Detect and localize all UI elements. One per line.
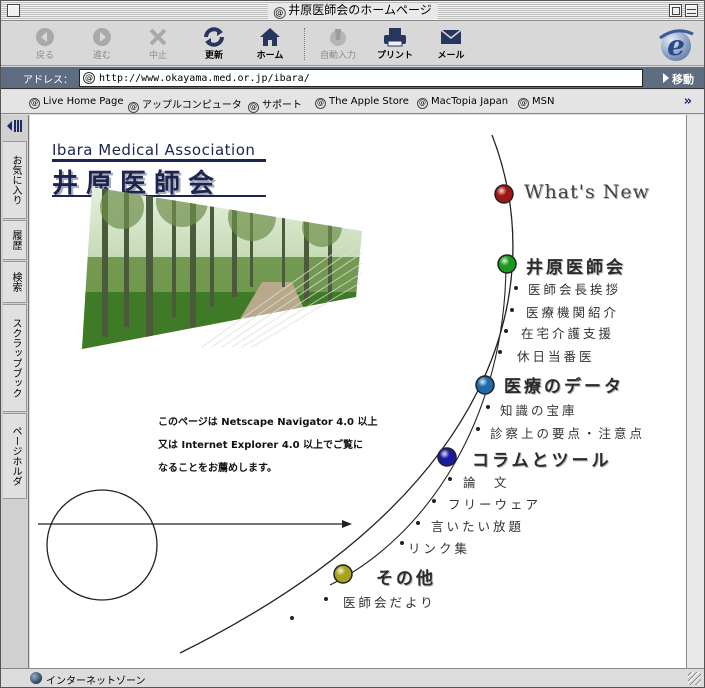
vertical-scrollbar[interactable] <box>686 115 704 668</box>
stop-x-icon <box>132 26 184 50</box>
refresh-button-label: 更新 <box>204 51 223 61</box>
back-arrow-icon <box>19 26 71 50</box>
stop-button-label: 中止 <box>148 51 167 61</box>
forward-arrow-icon <box>76 26 128 50</box>
page-content: Ibara Medical Association 井原医師会 このページは N… <box>30 115 686 668</box>
nav-columns-and-tools[interactable]: コラムとツール <box>472 446 612 471</box>
address-label: アドレス： <box>23 75 73 86</box>
go-button-label: 移動 <box>672 73 694 86</box>
browser-window: @ 井原医師会のホームページ 戻る 進む 中止 更新 ホーム 自動入力 プリント… <box>0 0 705 688</box>
favorite-apple-computer[interactable]: @ アップルコンピュータ <box>128 96 242 113</box>
back-button[interactable]: 戻る <box>19 24 71 64</box>
toolbar: 戻る 進む 中止 更新 ホーム 自動入力 プリント メール e <box>1 22 704 66</box>
stop-button[interactable]: 中止 <box>132 24 184 64</box>
medical-data-orb-icon[interactable] <box>475 375 495 395</box>
favorite-label: Live Home Page <box>43 96 124 107</box>
address-input[interactable] <box>99 71 639 85</box>
nav-opinions[interactable]: 言いたい放題 <box>431 516 524 535</box>
tab-favorites[interactable]: お気に入り <box>3 141 27 219</box>
printer-icon <box>369 26 421 50</box>
nav-papers[interactable]: 論 文 <box>463 472 510 491</box>
explorer-toggle-icon[interactable] <box>6 119 24 133</box>
favorite-apple-store[interactable]: @ The Apple Store <box>315 96 409 109</box>
columns-orb-icon[interactable] <box>437 447 457 467</box>
nav-holiday-doctors[interactable]: 休日当番医 <box>517 346 595 365</box>
favorite-page-icon: @ <box>29 98 40 109</box>
forward-button[interactable]: 進む <box>76 24 128 64</box>
favorite-page-icon: @ <box>518 98 529 109</box>
collapse-box-button[interactable] <box>685 4 698 17</box>
nav-whats-new[interactable]: What's New <box>524 181 650 203</box>
favorite-mactopia-japan[interactable]: @ MacTopia Japan <box>417 96 508 109</box>
autofill-button-label: 自動入力 <box>319 51 356 61</box>
favorite-page-icon: @ <box>248 102 259 113</box>
nav-president-greeting[interactable]: 医師会長挨拶 <box>528 279 621 298</box>
window-title: @ 井原医師会のホームページ <box>267 3 438 19</box>
refresh-button[interactable]: 更新 <box>188 24 240 64</box>
tab-history[interactable]: 履歴 <box>3 220 27 260</box>
refresh-icon <box>188 26 240 50</box>
other-orb-icon[interactable] <box>333 564 353 584</box>
whats-new-orb-icon[interactable] <box>494 184 514 204</box>
favorite-page-icon: @ <box>128 102 139 113</box>
explorer-bar: お気に入り 履歴 検索 スクラップブック ページホルダ <box>1 115 29 668</box>
autofill-icon <box>312 26 364 50</box>
nav-newsletter[interactable]: 医師会だより <box>343 592 436 611</box>
nav-medical-data[interactable]: 医療のデータ <box>504 372 624 397</box>
go-button[interactable]: 移動 <box>663 71 694 87</box>
status-zone-text: インターネットゾーン <box>46 676 146 687</box>
favorite-label: The Apple Store <box>329 96 409 107</box>
mail-icon <box>425 26 477 50</box>
go-arrow-icon <box>663 73 669 83</box>
forward-button-label: 進む <box>92 51 111 61</box>
mail-button-label: メール <box>437 51 465 61</box>
favorite-label: MacTopia Japan <box>431 96 509 107</box>
address-bar: アドレス： @ 移動 <box>1 67 704 89</box>
ibara-orb-icon[interactable] <box>497 254 517 274</box>
nav-other[interactable]: その他 <box>376 564 436 589</box>
favorite-label: アップルコンピュータ <box>142 100 242 111</box>
nav-diagnosis-notes[interactable]: 診察上の要点・注意点 <box>490 423 645 442</box>
nav-freeware[interactable]: フリーウェア <box>448 494 541 513</box>
home-button[interactable]: ホーム <box>244 24 296 64</box>
nav-medical-institutions[interactable]: 医療機関紹介 <box>526 302 619 321</box>
print-button[interactable]: プリント <box>369 24 421 64</box>
favorite-msn[interactable]: @ MSN <box>518 96 554 109</box>
mail-button[interactable]: メール <box>425 24 477 64</box>
favorite-support[interactable]: @ サポート <box>248 96 302 113</box>
favorite-label: MSN <box>532 96 555 107</box>
favorite-page-icon: @ <box>315 98 326 109</box>
home-icon <box>244 26 296 50</box>
tab-page-holder[interactable]: ページホルダ <box>3 413 27 499</box>
favorites-more-chevron-icon[interactable]: » <box>684 94 692 109</box>
nav-ibara-medical-association[interactable]: 井原医師会 <box>526 253 626 278</box>
resize-grip-icon[interactable] <box>688 672 701 685</box>
zoom-box-button[interactable] <box>669 4 682 17</box>
site-globe-icon: @ <box>83 72 95 84</box>
home-button-label: ホーム <box>256 51 284 61</box>
nav-home-care-support[interactable]: 在宅介護支援 <box>521 323 614 342</box>
autofill-button[interactable]: 自動入力 <box>312 24 364 64</box>
back-button-label: 戻る <box>35 51 54 61</box>
outline-circle <box>46 489 158 601</box>
address-field[interactable]: @ <box>79 69 643 87</box>
status-bar: インターネットゾーン <box>1 668 704 687</box>
window-title-text: 井原医師会のホームページ <box>288 3 432 17</box>
tab-search[interactable]: 検索 <box>3 261 27 303</box>
arrow-head-icon <box>342 520 352 528</box>
title-bar[interactable]: @ 井原医師会のホームページ <box>1 1 704 21</box>
favorites-bar: @ Live Home Page @ アップルコンピュータ @ サポート @ The A… <box>1 90 704 114</box>
internet-zone-globe-icon <box>30 672 42 684</box>
print-button-label: プリント <box>376 51 413 61</box>
nav-links[interactable]: リンク集 <box>408 538 470 557</box>
ie-logo-icon: e <box>656 24 696 64</box>
close-box-button[interactable] <box>7 4 20 17</box>
page-icon: @ <box>273 7 286 19</box>
favorite-live-home-page[interactable]: @ Live Home Page <box>29 96 124 109</box>
tab-scrapbook[interactable]: スクラップブック <box>3 304 27 412</box>
toolbar-separator <box>304 28 306 60</box>
favorite-label: サポート <box>262 100 302 111</box>
favorite-page-icon: @ <box>417 98 428 109</box>
nav-knowledge-treasury[interactable]: 知識の宝庫 <box>500 400 578 419</box>
